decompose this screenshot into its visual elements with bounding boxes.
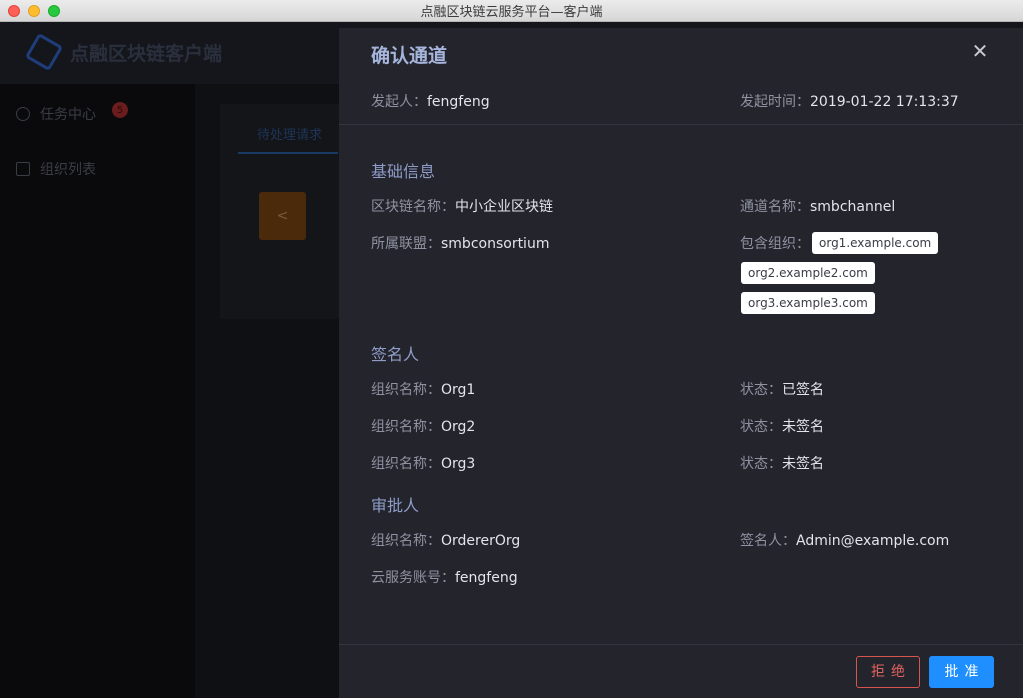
account-label: 云服务账号：	[371, 570, 455, 586]
initiator-value: fengfeng	[427, 94, 490, 110]
app-name: 点融区块链客户端	[70, 43, 223, 65]
sidebar-item-org-list[interactable]: 组织列表	[16, 159, 96, 179]
app-logo-icon	[24, 32, 64, 72]
sidebar: 任务中心 5 组织列表	[0, 84, 195, 698]
account-value: fengfeng	[455, 570, 518, 586]
maximize-window-icon[interactable]	[48, 5, 60, 17]
approver-signer-field: 签名人：Admin@example.com	[740, 530, 949, 550]
sidebar-item-task-center[interactable]: 任务中心 5	[16, 102, 128, 124]
org-label: 组织名称：	[371, 456, 441, 472]
sidebar-item-label: 任务中心	[40, 107, 96, 123]
org-label: 组织名称：	[371, 419, 441, 435]
window-titlebar: 点融区块链云服务平台—客户端	[0, 0, 1023, 22]
signer-status-field: 状态：已签名	[740, 379, 824, 399]
org-label: 组织名称：	[371, 382, 441, 398]
consortium-value: smbconsortium	[441, 236, 550, 252]
consortium-label: 所属联盟：	[371, 236, 441, 252]
org-tag: org2.example2.com	[741, 262, 875, 284]
chain-name-field: 区块链名称：中小企业区块链	[371, 196, 553, 216]
time-value: 2019-01-22 17:13:37	[810, 94, 959, 110]
confirm-channel-drawer: 确认通道 ✕ 发起人：fengfeng 发起时间：2019-01-22 17:1…	[339, 28, 1023, 698]
signer-org-field: 组织名称：Org3	[371, 453, 475, 473]
channel-name-label: 通道名称：	[740, 199, 810, 215]
status-value: 已签名	[782, 382, 824, 398]
status-value: 未签名	[782, 419, 824, 435]
signer-label: 签名人：	[740, 533, 796, 549]
org-tag: org1.example.com	[812, 232, 939, 254]
window-controls	[8, 5, 60, 17]
section-signers: 签名人	[371, 345, 420, 364]
approve-button[interactable]: 批准	[929, 656, 994, 688]
org-value: Org3	[441, 456, 476, 472]
share-button[interactable]: <	[259, 192, 306, 240]
section-basic-info: 基础信息	[371, 162, 436, 181]
sidebar-item-label: 组织列表	[40, 162, 96, 178]
channel-name-value: smbchannel	[810, 199, 896, 215]
initiated-time-field: 发起时间：2019-01-22 17:13:37	[740, 91, 959, 111]
status-value: 未签名	[782, 456, 824, 472]
status-label: 状态：	[740, 419, 782, 435]
channel-name-field: 通道名称：smbchannel	[740, 196, 895, 216]
reject-button[interactable]: 拒绝	[856, 656, 920, 688]
check-circle-icon	[16, 107, 30, 121]
consortium-field: 所属联盟：smbconsortium	[371, 233, 549, 253]
org-value: Org1	[441, 382, 476, 398]
drawer-footer: 拒绝 批准	[339, 644, 1023, 698]
list-icon	[16, 162, 30, 176]
cloud-account-field: 云服务账号：fengfeng	[371, 567, 518, 587]
header-divider	[339, 124, 1023, 125]
signer-status-field: 状态：未签名	[740, 416, 824, 436]
chain-name-value: 中小企业区块链	[455, 199, 553, 215]
time-label: 发起时间：	[740, 94, 810, 110]
close-icon[interactable]: ✕	[971, 41, 989, 61]
chain-name-label: 区块链名称：	[371, 199, 455, 215]
orgs-label: 包含组织：	[740, 236, 810, 252]
tab-pending-requests[interactable]: 待处理请求	[257, 124, 322, 143]
section-approver: 审批人	[371, 496, 420, 515]
org-tag: org3.example3.com	[741, 292, 875, 314]
initiator-field: 发起人：fengfeng	[371, 91, 490, 111]
share-icon: <	[276, 208, 289, 224]
window-title: 点融区块链云服务平台—客户端	[420, 5, 603, 20]
signer-org-field: 组织名称：Org2	[371, 416, 475, 436]
status-label: 状态：	[740, 456, 782, 472]
status-label: 状态：	[740, 382, 782, 398]
signer-value: Admin@example.com	[796, 533, 950, 549]
org-value: OrdererOrg	[441, 533, 521, 549]
drawer-title: 确认通道	[371, 45, 448, 67]
tab-indicator	[238, 152, 338, 154]
notification-badge: 5	[112, 102, 128, 118]
close-window-icon[interactable]	[8, 5, 20, 17]
org-label: 组织名称：	[371, 533, 441, 549]
initiator-label: 发起人：	[371, 94, 427, 110]
minimize-window-icon[interactable]	[28, 5, 40, 17]
signer-status-field: 状态：未签名	[740, 453, 824, 473]
org-value: Org2	[441, 419, 476, 435]
signer-org-field: 组织名称：Org1	[371, 379, 475, 399]
approver-org-field: 组织名称：OrdererOrg	[371, 530, 520, 550]
